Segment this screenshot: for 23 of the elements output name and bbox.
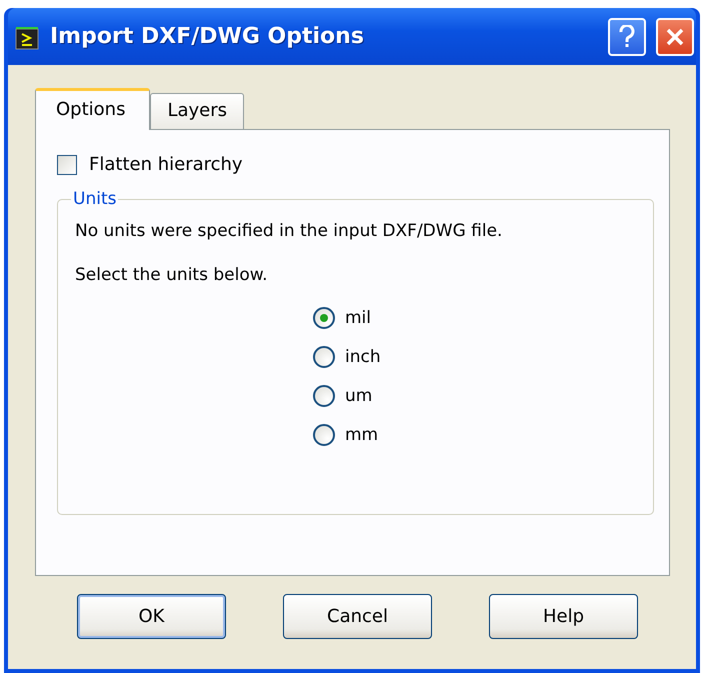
tab[interactable]: Options: [35, 88, 150, 130]
question-icon: [618, 24, 636, 48]
radio-label: um: [345, 386, 372, 406]
radio-button[interactable]: [313, 346, 335, 368]
close-icon: [665, 26, 685, 46]
radio-label: mm: [345, 425, 378, 445]
checkbox-label: Flatten hierarchy: [89, 154, 243, 175]
radio-button[interactable]: [313, 424, 335, 446]
prompt-text: Select the units below.: [75, 265, 268, 285]
message-text: No units were specified in the input DXF/DWG file.: [75, 221, 504, 241]
radio-label: mil: [345, 308, 372, 328]
checkbox[interactable]: [57, 154, 77, 174]
group-label: Units: [72, 189, 118, 209]
window-title: Import DXF/DWG Options: [50, 24, 365, 49]
radio-button[interactable]: [313, 385, 335, 407]
radio-label: inch: [345, 347, 381, 367]
help-button[interactable]: [608, 18, 646, 56]
close-button[interactable]: [656, 18, 694, 56]
dialog-button[interactable]: Help: [489, 594, 638, 639]
dialog-button[interactable]: OK: [77, 594, 226, 639]
radio-button[interactable]: [313, 307, 335, 329]
dialog-button[interactable]: Cancel: [283, 594, 432, 639]
tab[interactable]: Layers: [150, 93, 244, 129]
